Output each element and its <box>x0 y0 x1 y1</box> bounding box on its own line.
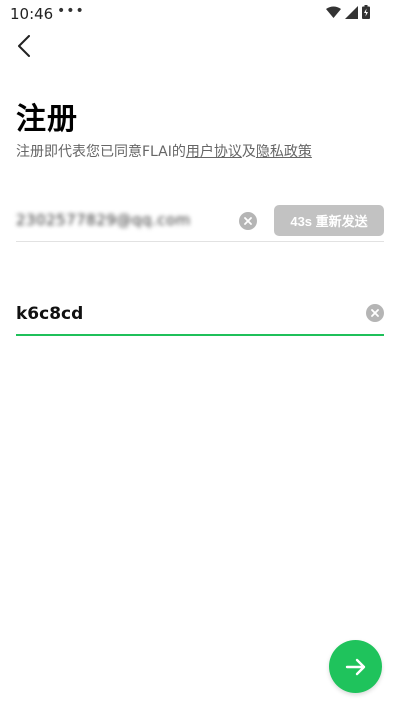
status-bar: 10:46 ••• <box>0 0 400 28</box>
verification-code-field[interactable] <box>16 298 384 336</box>
email-value: 2302577829@qq.com <box>16 211 191 229</box>
status-time: 10:46 <box>10 5 54 23</box>
page-title: 注册 <box>16 102 78 137</box>
agreement-prefix: 注册即代表您已同意FLAI的 <box>16 144 186 160</box>
email-field[interactable]: 2302577829@qq.com 43s 重新发送 <box>16 201 384 242</box>
user-agreement-link[interactable]: 用户协议 <box>186 144 242 160</box>
chevron-left-icon <box>18 35 30 57</box>
signal-icon <box>345 5 358 19</box>
arrow-right-icon <box>345 658 365 675</box>
status-icons <box>326 5 370 19</box>
next-button[interactable] <box>329 640 382 693</box>
wifi-icon <box>326 6 341 18</box>
status-notification-dots: ••• <box>57 3 85 19</box>
clear-code-button[interactable] <box>366 304 384 322</box>
back-button[interactable] <box>12 34 36 58</box>
clear-icon <box>371 309 379 317</box>
clear-email-button[interactable] <box>239 212 257 230</box>
verification-code-input[interactable] <box>16 300 346 328</box>
agreement-text: 注册即代表您已同意FLAI的用户协议及隐私政策 <box>16 141 312 161</box>
resend-code-button[interactable]: 43s 重新发送 <box>274 205 384 236</box>
agreement-conjunction: 及 <box>241 144 256 160</box>
clear-icon <box>244 217 252 225</box>
privacy-policy-link[interactable]: 隐私政策 <box>256 144 312 160</box>
battery-icon <box>362 5 370 19</box>
